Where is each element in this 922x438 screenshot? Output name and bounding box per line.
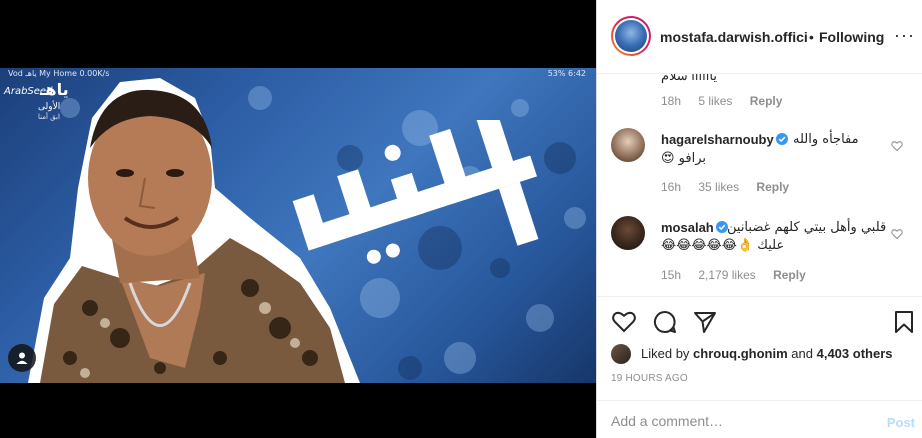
comment-time: 15h [661,268,682,282]
comment-meta: 18h 5 likes Reply [661,94,796,108]
reply-button[interactable]: Reply [750,94,783,108]
liked-by-row: Liked by chrouq.ghonim and 4,403 others [611,342,921,364]
channel-logo: ArabSeed ياهـ الأولى ابق أمنا [2,76,69,121]
liked-by-text: Liked by chrouq.ghonim and 4,403 others [641,346,892,361]
comment-text: قلبي وأهل بيتي كلهم غضبانين [727,220,887,235]
post-comment-button[interactable]: Post [887,415,915,430]
reply-button[interactable]: Reply [773,268,806,282]
heart-icon[interactable] [611,309,637,335]
comment-likes[interactable]: 35 likes [698,180,739,194]
comment-time: 18h [661,94,682,108]
likes-count-link[interactable]: 4,403 others [817,346,893,361]
author-avatar[interactable] [611,16,651,56]
comment-meta: 16h 35 likes Reply [661,180,803,194]
logo-channel: ياهـ [40,80,69,99]
logo-line2: ابق أمنا [38,113,60,121]
bookmark-icon[interactable] [891,309,917,335]
tagged-user-button[interactable] [8,344,36,372]
title-art [292,120,539,264]
verified-badge-icon [775,133,788,145]
like-comment-heart-icon[interactable] [891,140,903,152]
comment-input[interactable] [611,410,861,432]
verified-badge-icon [715,221,728,233]
more-options-icon[interactable]: ··· [894,26,915,44]
comment-text: مفاجأه والله [793,132,859,147]
commenter-avatar[interactable] [611,128,645,162]
liker-username[interactable]: chrouq.ghonim [693,346,788,361]
comment-likes[interactable]: 5 likes [698,94,732,108]
status-right: 53% 6:42 [547,69,586,78]
post-side-panel: mostafa.darwish.officia • Following ··· … [596,0,922,438]
comment-time: 16h [661,180,682,194]
person-icon [16,352,28,364]
header-separator: • [809,29,814,45]
liker-avatar[interactable] [611,344,631,364]
comment-meta: 15h 2,179 likes Reply [661,268,820,282]
comment-text-line2: عليك 👌😂😂😂😂😂 [661,238,785,253]
comment-text: ياااااا سلام [661,74,717,83]
post-timestamp[interactable]: 19 HOURS AGO [611,373,688,384]
commenter-username[interactable]: hagarelsharnouby [661,132,788,147]
reply-button[interactable]: Reply [756,180,789,194]
author-username[interactable]: mostafa.darwish.officia [660,29,807,45]
add-comment-bar: Post [597,400,922,438]
post-header: mostafa.darwish.officia • Following ··· [597,0,922,74]
share-icon[interactable] [692,309,718,335]
comment-text-line2: برافو 😍 [661,151,707,166]
comments-list[interactable]: ياااااا سلام 18h 5 likes Reply hagarelsh… [597,74,922,296]
liked-by-and: and [791,346,813,361]
commenter-avatar[interactable] [611,216,645,250]
embedded-status-bar: Vod ياهـ My Home 0.00K/s 53% 6:42 [0,68,596,80]
post-video[interactable]: Vod ياهـ My Home 0.00K/s 53% 6:42 ArabSe… [0,68,596,383]
logo-line1: الأولى [38,102,61,112]
comment-icon[interactable] [652,309,678,335]
comment-likes[interactable]: 2,179 likes [698,268,755,282]
following-button[interactable]: Following [819,29,884,45]
like-comment-heart-icon[interactable] [891,228,903,240]
liked-by-prefix: Liked by [641,346,690,361]
commenter-username[interactable]: mosalah [661,220,728,235]
post-media-area: Vod ياهـ My Home 0.00K/s 53% 6:42 ArabSe… [0,0,596,438]
